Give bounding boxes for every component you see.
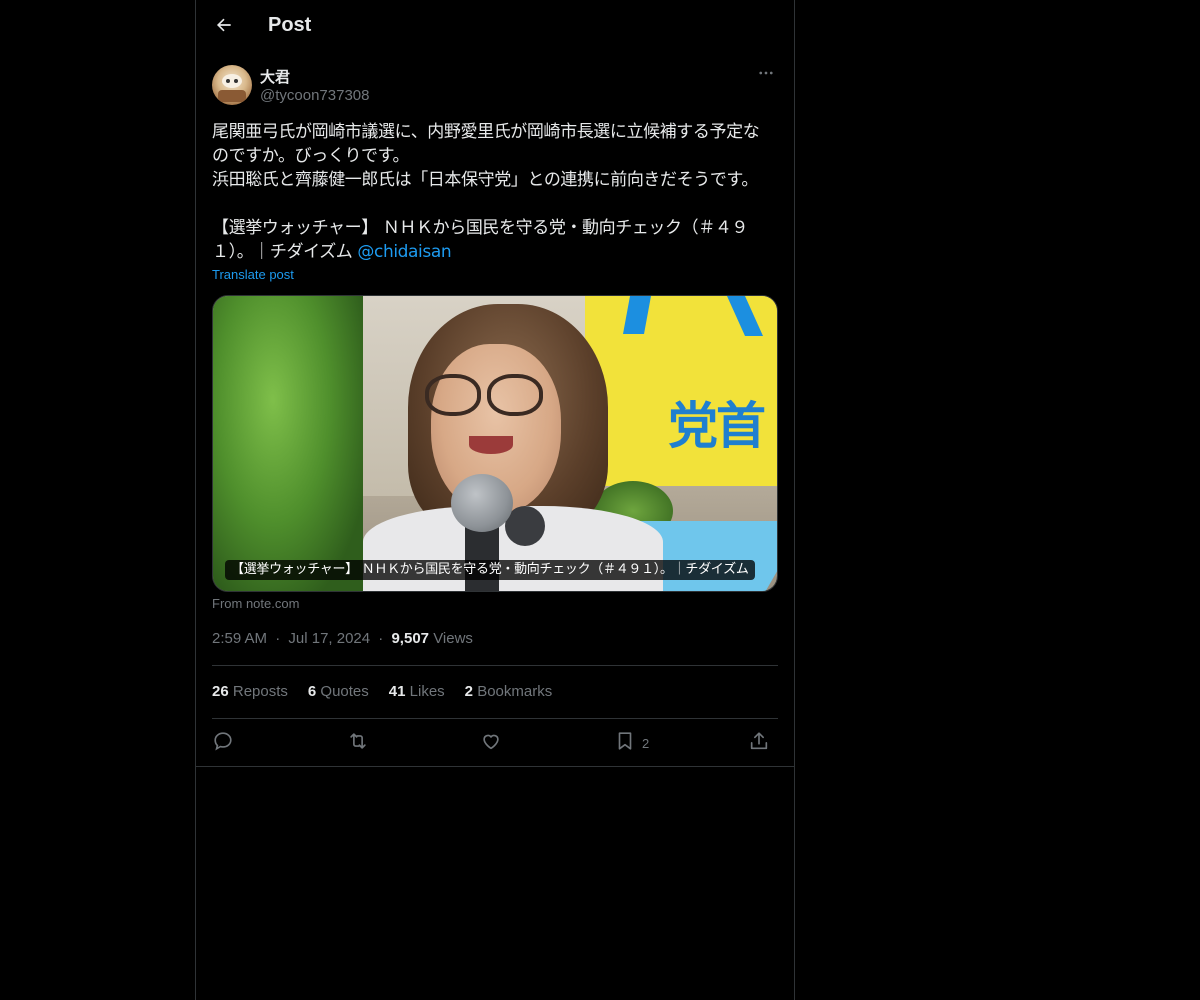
bookmarks-label: Bookmarks	[477, 683, 553, 700]
reply-button[interactable]	[212, 728, 234, 758]
card-caption: 【選挙ウォッチャー】 ＮＨＫから国民を守る党・動向チェック（＃４９１）。｜チダイ…	[225, 560, 755, 580]
link-card[interactable]: 党首 【選挙ウォッチャー】 ＮＨＫから国民を守る党・動向チェック（＃４９１）。｜…	[212, 295, 778, 592]
bookmark-icon	[614, 730, 636, 757]
author-handle[interactable]: @tycoon737308	[260, 87, 369, 104]
reposts-stat[interactable]: 26 Reposts	[212, 683, 288, 700]
post-author: 大君 @tycoon737308	[212, 64, 780, 108]
quotes-label: Quotes	[320, 683, 369, 700]
repost-icon	[346, 730, 370, 757]
reply-icon	[212, 730, 234, 757]
reposts-label: Reposts	[232, 683, 288, 700]
divider	[212, 665, 778, 666]
avatar[interactable]	[212, 65, 252, 105]
post-date[interactable]: Jul 17, 2024	[288, 630, 370, 647]
translate-post-link[interactable]: Translate post	[212, 267, 294, 282]
views-label: Views	[433, 630, 473, 647]
post-column: Post 大君 @tycoon737308 尾関亜弓氏が岡崎市議選に、内野愛里氏…	[195, 0, 795, 1000]
bookmarks-stat[interactable]: 2 Bookmarks	[465, 683, 553, 700]
bookmark-button[interactable]: 2	[614, 728, 649, 758]
heart-icon	[480, 730, 502, 757]
share-icon	[748, 730, 770, 757]
card-image: 党首	[213, 296, 777, 591]
meta-separator: ·	[275, 630, 281, 647]
post-stats: 26 Reposts 6 Quotes 41 Likes 2 Bookmarks	[212, 683, 552, 700]
post-text-line: 【選挙ウォッチャー】 ＮＨＫから国民を守る党・動向チェック（＃４９	[212, 218, 749, 238]
reposts-count: 26	[212, 683, 229, 700]
divider	[212, 718, 778, 719]
share-button[interactable]	[748, 728, 770, 758]
like-button[interactable]	[480, 728, 502, 758]
more-options-button[interactable]	[752, 64, 780, 86]
more-horizontal-icon	[757, 64, 775, 87]
post-text-line: 浜田聡氏と齊藤健一郎氏は「日本保守党」との連携に前向きだそうです。	[212, 170, 758, 190]
post-text-line: 尾関亜弓氏が岡崎市議選に、内野愛里氏が岡崎市長選に立候補する予定な	[212, 122, 760, 142]
post-bottom-border	[196, 766, 794, 767]
post-text: 尾関亜弓氏が岡崎市議選に、内野愛里氏が岡崎市長選に立候補する予定な のですか。び…	[212, 120, 782, 264]
card-source[interactable]: From note.com	[212, 596, 299, 611]
post-text-line: １）。｜チダイズム	[212, 242, 358, 262]
views-count: 9,507	[391, 630, 430, 647]
mention-link[interactable]: @chidaisan	[357, 242, 451, 262]
likes-count: 41	[388, 683, 406, 700]
card-sign-text: 党首	[668, 397, 766, 455]
quotes-stat[interactable]: 6 Quotes	[308, 683, 369, 700]
bookmarks-count: 2	[464, 683, 474, 700]
quotes-count: 6	[307, 683, 317, 700]
repost-button[interactable]	[346, 728, 370, 758]
back-button[interactable]	[208, 11, 240, 43]
bookmark-action-count: 2	[642, 735, 650, 751]
arrow-left-icon	[214, 15, 234, 40]
author-display-name[interactable]: 大君	[260, 66, 290, 87]
likes-stat[interactable]: 41 Likes	[389, 683, 445, 700]
post-time[interactable]: 2:59 AM	[212, 630, 267, 647]
post-meta: 2:59 AM · Jul 17, 2024 · 9,507 Views	[212, 630, 473, 647]
post-actions: 2	[212, 728, 778, 758]
post-text-line: のですか。びっくりです。	[212, 146, 410, 166]
page-title: Post	[268, 14, 312, 36]
meta-separator: ·	[378, 630, 384, 647]
likes-label: Likes	[409, 683, 445, 700]
post-header: Post	[196, 0, 794, 54]
